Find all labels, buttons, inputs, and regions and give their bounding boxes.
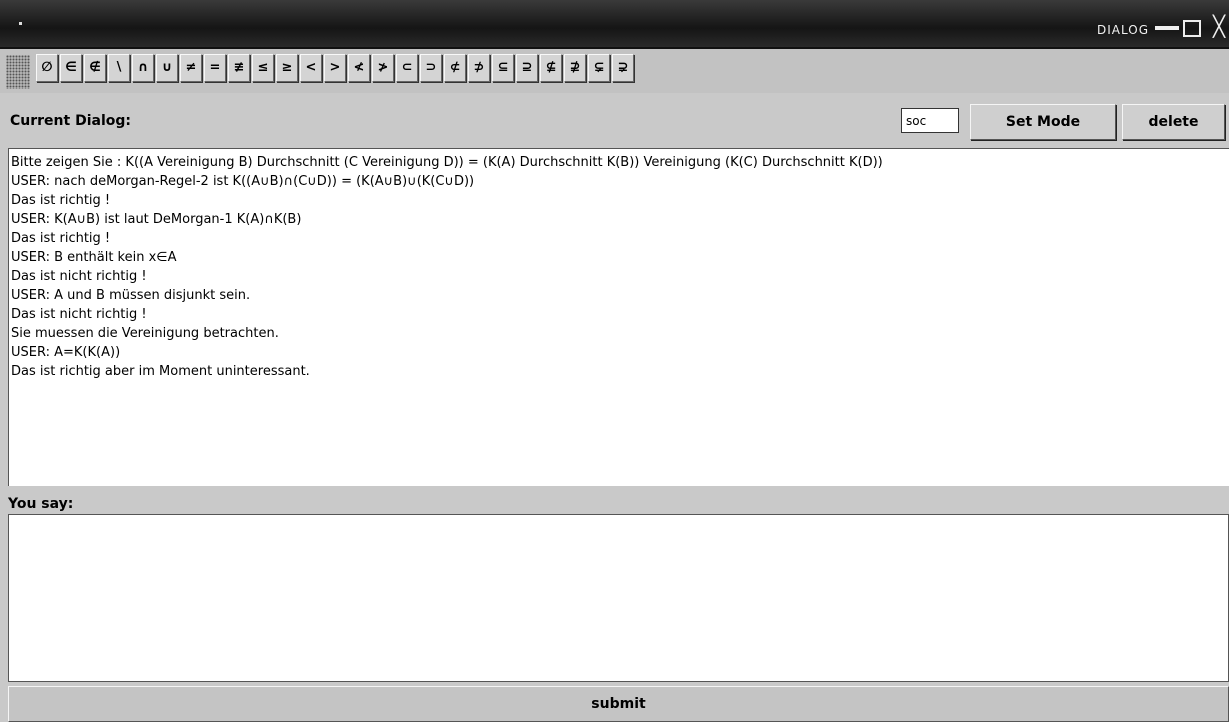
symbol-button[interactable]: ⊃: [420, 54, 442, 82]
symbol-toolbar: ∅ ∈ ∉ ∖ ∩ ∪ ≠ = ≢ ≤ ≥ < > ≮ ≯ ⊂ ⊃ ⊄ ⊅ ⊆ ⊇ ⊈ ⊉ ⊊ ⊋: [0, 49, 1229, 93]
dialog-line: Das ist nicht richtig !: [11, 269, 147, 284]
dialog-line: Das ist richtig aber im Moment uninteres…: [11, 364, 310, 379]
minimize-icon[interactable]: [1155, 26, 1179, 30]
symbol-button[interactable]: ⊇: [516, 54, 538, 82]
symbol-button[interactable]: ⊂: [396, 54, 418, 82]
window-title: DIALOG: [1097, 23, 1149, 37]
dialog-line: USER: A=K(K(A)): [11, 345, 121, 360]
symbol-button-group: ∅ ∈ ∉ ∖ ∩ ∪ ≠ = ≢ ≤ ≥ < > ≮ ≯ ⊂ ⊃ ⊄ ⊅ ⊆ ⊇ ⊈ ⊉ ⊊ ⊋: [36, 54, 636, 82]
dialog-line: USER: K(A∪B) ist laut DeMorgan-1 K(A)∩K(…: [11, 212, 302, 227]
symbol-button[interactable]: ≮: [348, 54, 370, 82]
current-dialog-label: Current Dialog:: [10, 113, 131, 129]
symbol-button[interactable]: ⊉: [564, 54, 586, 82]
symbol-button[interactable]: ∅: [36, 54, 58, 82]
message-input[interactable]: [8, 514, 1229, 682]
submit-button[interactable]: submit: [8, 686, 1229, 722]
dialog-line: USER: A und B müssen disjunkt sein.: [11, 288, 251, 303]
window-menu-icon[interactable]: [19, 22, 22, 25]
dialog-line: Bitte zeigen Sie : K((A Vereinigung B) D…: [11, 155, 883, 170]
symbol-button[interactable]: ≤: [252, 54, 274, 82]
dialog-transcript[interactable]: Bitte zeigen Sie : K((A Vereinigung B) D…: [8, 148, 1229, 486]
maximize-icon[interactable]: [1183, 20, 1201, 37]
symbol-button[interactable]: ∖: [108, 54, 130, 82]
symbol-button[interactable]: ∩: [132, 54, 154, 82]
symbol-button[interactable]: ∪: [156, 54, 178, 82]
symbol-button[interactable]: ⊋: [612, 54, 634, 82]
dialog-line: Sie muessen die Vereinigung betrachten.: [11, 326, 279, 341]
symbol-button[interactable]: ⊅: [468, 54, 490, 82]
symbol-button[interactable]: >: [324, 54, 346, 82]
dialog-line: Das ist nicht richtig !: [11, 307, 147, 322]
symbol-button[interactable]: ≢: [228, 54, 250, 82]
symbol-button[interactable]: ⊄: [444, 54, 466, 82]
set-mode-button[interactable]: Set Mode: [970, 104, 1116, 140]
you-say-label: You say:: [8, 496, 74, 512]
dialog-line: Das ist richtig !: [11, 231, 111, 246]
symbol-button[interactable]: ⊈: [540, 54, 562, 82]
close-icon[interactable]: ╳: [1213, 16, 1225, 36]
symbol-button[interactable]: <: [300, 54, 322, 82]
symbol-button[interactable]: ∈: [60, 54, 82, 82]
toolbar-grip-handle[interactable]: [6, 55, 30, 89]
symbol-button[interactable]: ∉: [84, 54, 106, 82]
dialog-line: Das ist richtig !: [11, 193, 111, 208]
mode-input[interactable]: [901, 108, 959, 133]
dialog-line: USER: nach deMorgan-Regel-2 ist K((A∪B)∩…: [11, 174, 475, 189]
symbol-button[interactable]: =: [204, 54, 226, 82]
symbol-button[interactable]: ≥: [276, 54, 298, 82]
symbol-button[interactable]: ⊆: [492, 54, 514, 82]
symbol-button[interactable]: ≯: [372, 54, 394, 82]
symbol-button[interactable]: ≠: [180, 54, 202, 82]
title-bar: DIALOG ╳: [0, 0, 1229, 49]
symbol-button[interactable]: ⊊: [588, 54, 610, 82]
delete-button[interactable]: delete: [1122, 104, 1225, 140]
dialog-line: USER: B enthält kein x∈A: [11, 250, 177, 265]
